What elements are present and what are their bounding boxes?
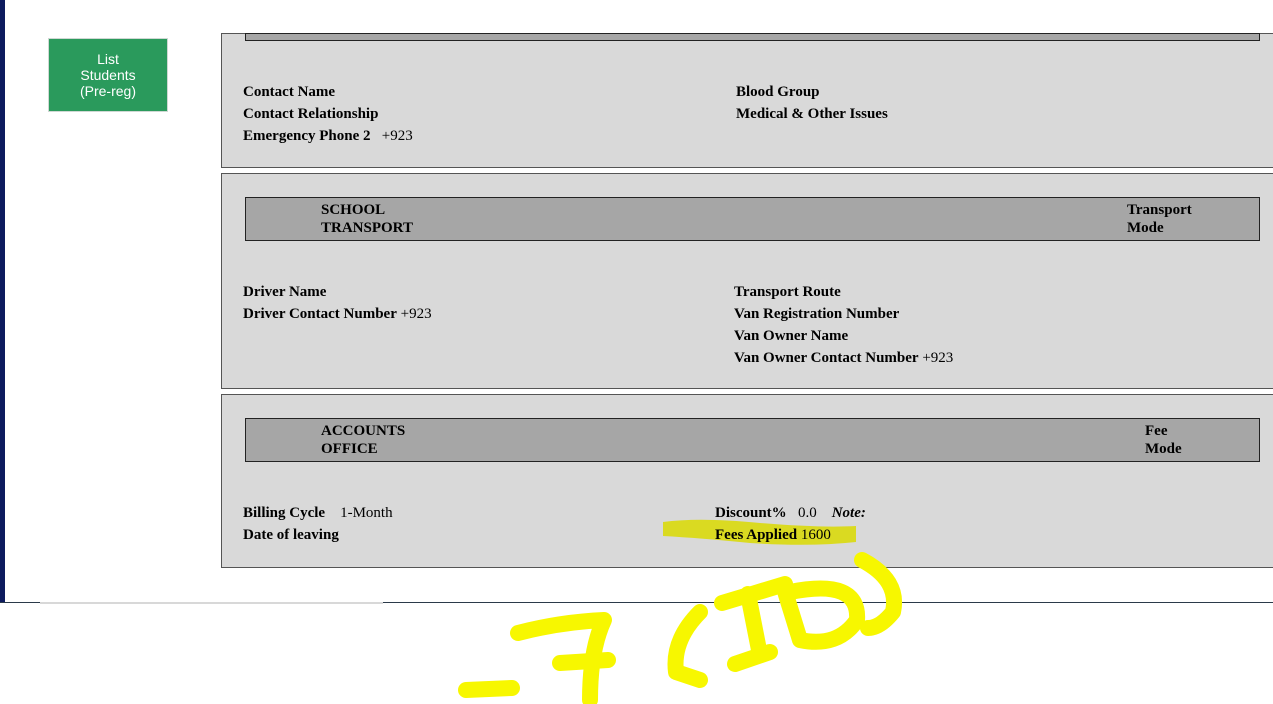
handwritten-id-note — [458, 552, 902, 704]
fees-applied-row: Fees Applied 1600 — [715, 526, 831, 544]
fees-applied-label: Fees Applied — [715, 527, 798, 543]
yellow-annotation-overlay — [458, 519, 902, 704]
fees-applied-value: 1600 — [800, 527, 831, 543]
